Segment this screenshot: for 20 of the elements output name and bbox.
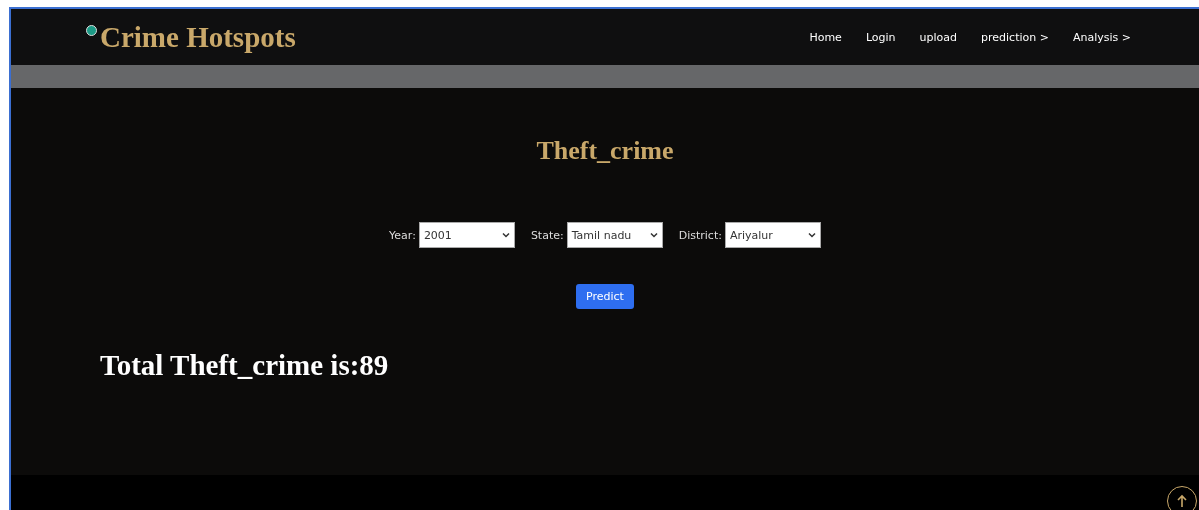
dropdown-field[interactable]: 2001 bbox=[418, 222, 515, 248]
chevron-down-icon bbox=[649, 232, 658, 238]
filter-label: District: bbox=[678, 228, 722, 242]
result-text: Total Theft_crime is:89 bbox=[100, 349, 389, 382]
predict-button[interactable]: Predict bbox=[576, 284, 634, 309]
filter-label: State: bbox=[530, 228, 564, 242]
nav-link[interactable]: Login bbox=[865, 30, 896, 44]
site-title[interactable]: Crime Hotspots bbox=[100, 20, 296, 54]
dropdown-field[interactable]: Ariyalur bbox=[724, 222, 821, 248]
nav-link[interactable]: prediction > bbox=[981, 30, 1049, 44]
dropdown-field[interactable]: Tamil nadu bbox=[566, 222, 663, 248]
nav-link[interactable]: Analysis > bbox=[1072, 30, 1131, 44]
logo-dot-icon bbox=[86, 24, 97, 36]
chevron-down-icon bbox=[807, 232, 816, 238]
up-arrow-icon bbox=[1176, 494, 1188, 508]
nav-link[interactable]: Home bbox=[809, 30, 842, 44]
chevron-down-icon bbox=[501, 232, 510, 238]
page-title: Theft_crime bbox=[536, 136, 674, 166]
nav-link[interactable]: upload bbox=[919, 30, 958, 44]
filter-label: Year: bbox=[389, 228, 416, 242]
